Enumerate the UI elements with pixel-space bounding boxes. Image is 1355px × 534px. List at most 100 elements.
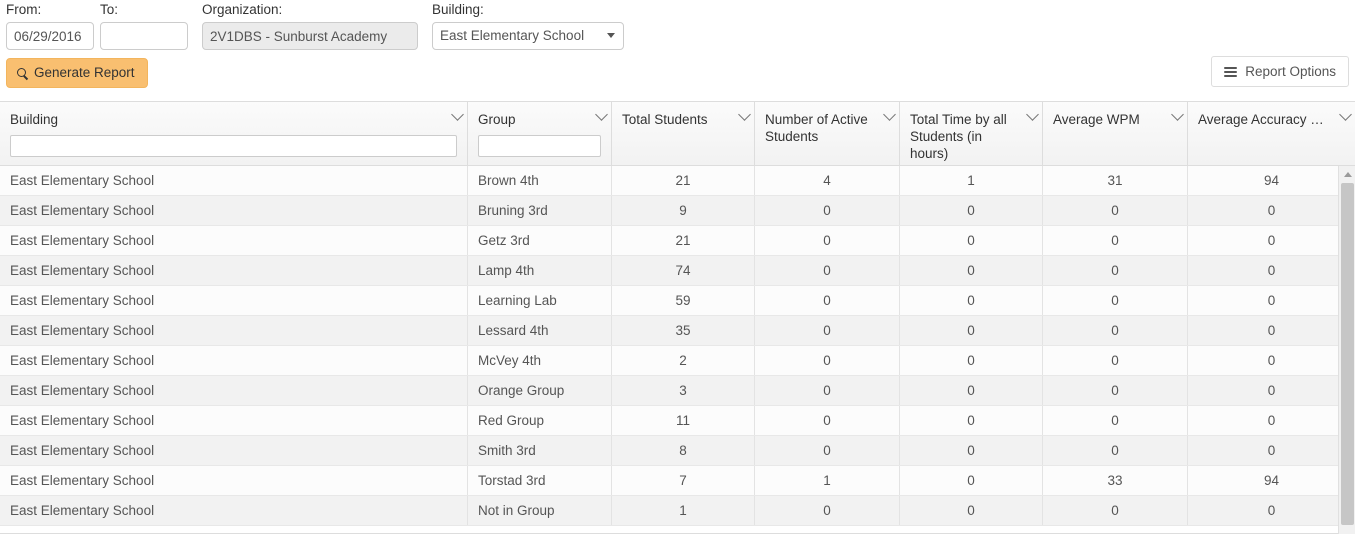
- report-grid: Building Group Total Students Number of Act…: [0, 101, 1355, 534]
- column-header-label: Total Time by all Students (in hours): [910, 112, 1007, 161]
- table-row[interactable]: East Elementary School Red Group 11 0 0 0 0: [0, 406, 1338, 436]
- table-cell: East Elementary School: [0, 436, 468, 465]
- column-header-total-time-by-all-students-in-hours[interactable]: Total Time by all Students (in hours): [900, 102, 1043, 165]
- grid-body[interactable]: East Elementary School Brown 4th 21 4 1 31 94 E…: [0, 166, 1355, 534]
- table-cell: Lessard 4th: [468, 316, 612, 345]
- table-row[interactable]: East Elementary School Smith 3rd 8 0 0 0 0: [0, 436, 1338, 466]
- table-cell: 0: [900, 496, 1043, 525]
- field-building: Building: East Elementary School: [432, 0, 624, 55]
- table-cell: 1: [612, 496, 755, 525]
- table-row[interactable]: East Elementary School Getz 3rd 21 0 0 0 0: [0, 226, 1338, 256]
- report-options-button[interactable]: Report Options: [1211, 56, 1349, 87]
- table-cell: East Elementary School: [0, 346, 468, 375]
- generate-report-label: Generate Report: [34, 65, 135, 81]
- table-cell: 1: [900, 166, 1043, 195]
- field-organization: Organization:: [202, 0, 418, 50]
- table-cell: 0: [900, 436, 1043, 465]
- table-cell: 0: [755, 196, 900, 225]
- to-date-input[interactable]: [100, 22, 188, 50]
- table-row[interactable]: East Elementary School Lamp 4th 74 0 0 0 0: [0, 256, 1338, 286]
- column-header-group[interactable]: Group: [468, 102, 612, 165]
- column-header-label: Average Accuracy …: [1198, 112, 1324, 127]
- table-cell: 0: [1267, 293, 1276, 308]
- report-options-label: Report Options: [1245, 64, 1336, 79]
- column-header-total-students[interactable]: Total Students: [612, 102, 755, 165]
- table-row[interactable]: East Elementary School Lessard 4th 35 0 0 0 0: [0, 316, 1338, 346]
- building-label: Building:: [432, 2, 484, 17]
- table-cell: 0: [1043, 496, 1188, 525]
- column-header-average-wpm[interactable]: Average WPM: [1043, 102, 1188, 165]
- table-cell: Lamp 4th: [468, 256, 612, 285]
- organization-input[interactable]: [202, 22, 418, 50]
- table-cell: 0: [1043, 316, 1188, 345]
- column-header-number-of-active-students[interactable]: Number of Active Students: [755, 102, 900, 165]
- table-cell: 0: [1267, 323, 1276, 338]
- table-cell: 94: [1263, 173, 1280, 188]
- table-cell: East Elementary School: [0, 256, 468, 285]
- table-cell: East Elementary School: [0, 466, 468, 495]
- table-cell: Red Group: [468, 406, 612, 435]
- table-cell: 0: [755, 376, 900, 405]
- table-cell: 0: [1043, 286, 1188, 315]
- table-cell: Getz 3rd: [468, 226, 612, 255]
- table-row[interactable]: East Elementary School McVey 4th 2 0 0 0 0: [0, 346, 1338, 376]
- table-cell: East Elementary School: [0, 166, 468, 195]
- table-cell: 21: [612, 166, 755, 195]
- table-cell: 0: [755, 256, 900, 285]
- column-header-average-accuracy[interactable]: Average Accuracy …: [1188, 102, 1355, 165]
- from-date-input[interactable]: [6, 22, 94, 50]
- search-icon: [17, 67, 28, 79]
- table-row[interactable]: East Elementary School Bruning 3rd 9 0 0 0 0: [0, 196, 1338, 226]
- vertical-scrollbar[interactable]: [1338, 166, 1355, 534]
- table-row[interactable]: East Elementary School Learning Lab 59 0 0 0 0: [0, 286, 1338, 316]
- table-cell: 0: [900, 226, 1043, 255]
- scroll-up-arrow-icon[interactable]: [1339, 166, 1355, 183]
- table-cell: 74: [612, 256, 755, 285]
- scrollbar-thumb[interactable]: [1341, 183, 1354, 525]
- table-cell: McVey 4th: [468, 346, 612, 375]
- table-cell: 0: [755, 316, 900, 345]
- table-cell: East Elementary School: [0, 406, 468, 435]
- table-row[interactable]: East Elementary School Brown 4th 21 4 1 31 94: [0, 166, 1338, 196]
- table-cell: 0: [1043, 226, 1188, 255]
- table-cell: 0: [1043, 346, 1188, 375]
- column-header-label: Total Students: [622, 112, 708, 127]
- table-cell: 7: [612, 466, 755, 495]
- chevron-down-icon: [607, 33, 615, 38]
- table-cell: 8: [612, 436, 755, 465]
- hamburger-icon: [1224, 66, 1238, 77]
- column-filter-input[interactable]: [10, 135, 457, 157]
- table-cell: East Elementary School: [0, 316, 468, 345]
- table-row[interactable]: East Elementary School Not in Group 1 0 0 0 0: [0, 496, 1338, 526]
- table-cell: 0: [900, 196, 1043, 225]
- table-cell: 3: [612, 376, 755, 405]
- table-cell: East Elementary School: [0, 196, 468, 225]
- table-cell: 0: [900, 316, 1043, 345]
- table-cell: East Elementary School: [0, 286, 468, 315]
- table-row[interactable]: East Elementary School Torstad 3rd 7 1 0 33 94: [0, 466, 1338, 496]
- table-cell: Not in Group: [468, 496, 612, 525]
- table-cell: 4: [755, 166, 900, 195]
- table-cell: 0: [900, 406, 1043, 435]
- table-cell: 31: [1043, 166, 1188, 195]
- generate-report-button[interactable]: Generate Report: [6, 58, 148, 88]
- table-cell: 0: [1267, 203, 1276, 218]
- table-cell: 2: [612, 346, 755, 375]
- filter-bar: From: To: Organization: Building: East E…: [0, 0, 1355, 56]
- table-cell: East Elementary School: [0, 226, 468, 255]
- building-select[interactable]: East Elementary School: [432, 22, 624, 50]
- table-cell: Torstad 3rd: [468, 466, 612, 495]
- table-cell: 0: [1267, 383, 1276, 398]
- table-cell: 0: [1267, 503, 1276, 518]
- table-cell: Smith 3rd: [468, 436, 612, 465]
- table-row[interactable]: East Elementary School Orange Group 3 0 0 0 0: [0, 376, 1338, 406]
- column-filter-input[interactable]: [478, 135, 601, 157]
- table-cell: 94: [1263, 473, 1280, 488]
- table-cell: 0: [1043, 376, 1188, 405]
- column-header-building[interactable]: Building: [0, 102, 468, 165]
- table-cell: 11: [612, 406, 755, 435]
- table-cell: 59: [612, 286, 755, 315]
- table-cell: 0: [1043, 406, 1188, 435]
- table-cell: 0: [1043, 436, 1188, 465]
- table-cell: 0: [900, 286, 1043, 315]
